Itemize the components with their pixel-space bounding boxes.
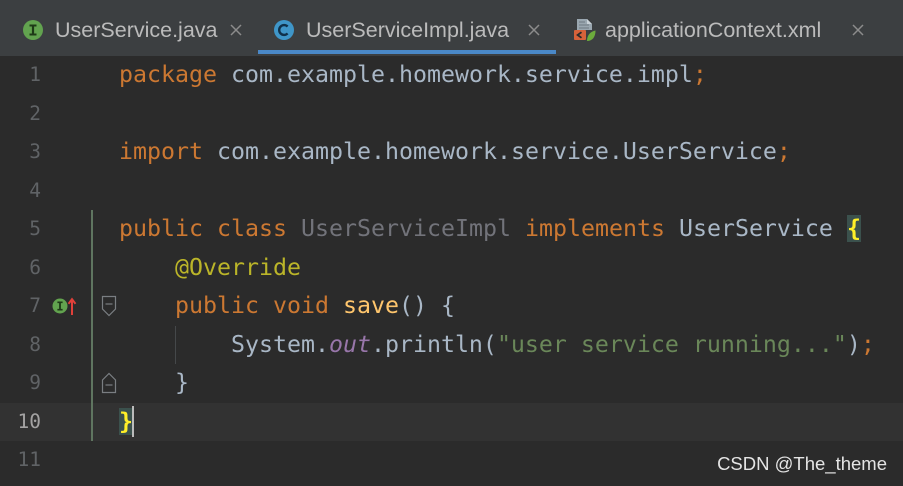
line-number: 1: [29, 63, 41, 86]
identifier-token: System.: [230, 330, 329, 358]
import-name-token: com.example.homework.service.UserService: [203, 138, 777, 165]
closing-brace-token: }: [174, 369, 189, 396]
text-caret: [132, 406, 134, 438]
close-icon[interactable]: [850, 22, 866, 38]
active-tab-underline: [258, 50, 556, 54]
tab-userserviceimpl-java[interactable]: UserServiceImpl.java: [258, 0, 556, 55]
vcs-change-marker[interactable]: [91, 210, 93, 441]
editor-tab-bar: UserService.java UserServiceImpl.java ap…: [0, 0, 903, 56]
interface-name-token: UserService: [664, 215, 847, 242]
keyword-token: package: [119, 61, 217, 88]
ide-editor-window: { "theme": { "tab_bar_bg": "#3c3f41", "e…: [0, 0, 903, 486]
keyword-token: public: [174, 292, 259, 319]
code-line[interactable]: @Override: [119, 249, 903, 288]
code-line[interactable]: }: [119, 364, 903, 403]
tab-userservice-java[interactable]: UserService.java: [7, 0, 258, 55]
implementing-method-icon[interactable]: [50, 295, 80, 317]
code-line[interactable]: public class UserServiceImpl implements …: [119, 210, 903, 249]
semicolon-token: ;: [860, 330, 875, 358]
line-number: 3: [29, 140, 41, 163]
static-field-token: out: [328, 330, 371, 358]
keyword-token: void: [258, 292, 329, 319]
code-line[interactable]: import com.example.homework.service.User…: [119, 133, 903, 172]
code-line[interactable]: System.out.println("user service running…: [119, 326, 903, 365]
matched-brace-open: {: [846, 215, 861, 242]
code-editor[interactable]: 1 2 3 4 5 6 7 8 9 10 11 package com.exam…: [0, 56, 903, 486]
interface-icon: [22, 19, 44, 41]
line-number: 5: [29, 217, 41, 240]
code-line[interactable]: }: [119, 403, 903, 442]
matched-brace-close: }: [119, 407, 133, 435]
xml-file-icon: [571, 17, 597, 43]
fold-end-icon[interactable]: [101, 372, 117, 394]
code-line[interactable]: [119, 172, 903, 211]
code-line[interactable]: public void save() {: [119, 287, 903, 326]
tab-label: UserService.java: [55, 17, 218, 42]
annotation-token: @Override: [174, 253, 301, 281]
fold-start-icon[interactable]: [101, 295, 117, 317]
line-number: 7: [29, 294, 41, 317]
code-line[interactable]: package com.example.homework.service.imp…: [119, 56, 903, 95]
semicolon-token: ;: [692, 61, 707, 88]
line-number: 9: [29, 371, 41, 394]
class-icon: [273, 19, 295, 41]
keyword-token: implements: [510, 215, 665, 242]
keyword-token: import: [119, 138, 203, 165]
tab-applicationcontext-xml[interactable]: applicationContext.xml: [556, 0, 880, 55]
watermark: CSDN @The_theme: [717, 453, 887, 474]
code-area[interactable]: package com.example.homework.service.imp…: [119, 56, 903, 480]
tab-label: applicationContext.xml: [605, 17, 822, 42]
line-number: 4: [29, 178, 41, 202]
line-number: 11: [17, 448, 41, 471]
line-number: 2: [29, 101, 41, 125]
close-icon[interactable]: [526, 22, 542, 38]
code-line[interactable]: [119, 95, 903, 134]
keyword-token: class: [203, 215, 287, 242]
punctuation-token: ): [846, 330, 861, 358]
keyword-token: public: [119, 215, 203, 242]
semicolon-token: ;: [776, 138, 791, 165]
close-icon[interactable]: [228, 22, 244, 38]
method-call-token: .println(: [370, 330, 497, 358]
class-name-token: UserServiceImpl: [287, 215, 511, 242]
line-number: 8: [29, 332, 41, 356]
punctuation-token: () {: [398, 292, 455, 319]
line-number: 6: [29, 255, 41, 279]
package-name-token: com.example.homework.service.impl: [216, 61, 693, 88]
tab-label: UserServiceImpl.java: [306, 17, 510, 42]
gutter: 1 2 3 4 5 6 7 8 9 10 11: [0, 56, 41, 480]
line-number: 10: [17, 409, 41, 433]
method-name-token: save: [328, 292, 399, 319]
string-literal-token: "user service running...": [496, 330, 847, 358]
